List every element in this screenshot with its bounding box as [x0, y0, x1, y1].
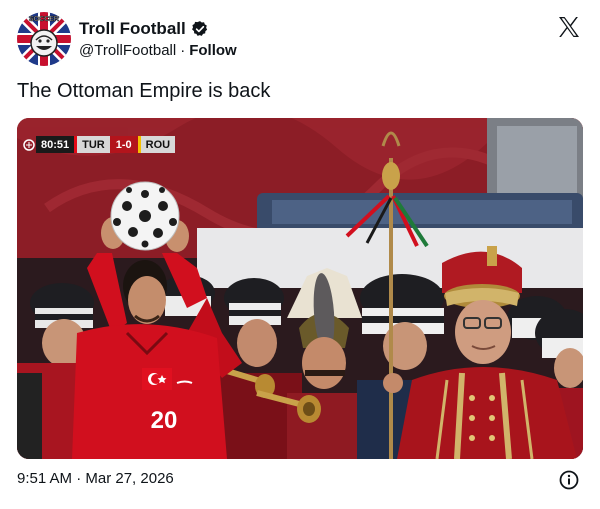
scorebug: 80:51 TUR 1-0 ROU [22, 136, 176, 153]
info-icon[interactable] [559, 470, 579, 490]
x-logo-icon[interactable] [557, 15, 581, 39]
home-team: TUR [74, 136, 110, 153]
away-team: ROU [137, 136, 176, 153]
tweet-media-image[interactable]: 20 [17, 118, 583, 459]
author-name-row: Troll Football [79, 19, 209, 39]
competition-logo-icon [22, 136, 36, 153]
tweet-timestamp[interactable]: 9:51 AM · Mar 27, 2026 [17, 470, 174, 487]
author-handle-row: @TrollFootball · Follow [79, 42, 237, 59]
tweet-header: SOCCER Troll Football @TrollFootball · F… [17, 12, 583, 68]
match-time: 80:51 [36, 136, 75, 153]
match-score: 1-0 [109, 136, 138, 153]
avatar[interactable]: SOCCER [17, 12, 71, 66]
verified-badge-icon [191, 20, 209, 38]
follow-button[interactable]: Follow [189, 42, 237, 59]
handle-separator: · [180, 42, 186, 59]
tweet-text: The Ottoman Empire is back [17, 80, 271, 102]
tweet-footer: 9:51 AM · Mar 27, 2026 [17, 470, 583, 490]
avatar-logo-text: SOCCER [29, 16, 59, 23]
player-shirt-number: 20 [151, 407, 178, 434]
author-name[interactable]: Troll Football [79, 19, 186, 39]
author-handle[interactable]: @TrollFootball [79, 42, 176, 59]
